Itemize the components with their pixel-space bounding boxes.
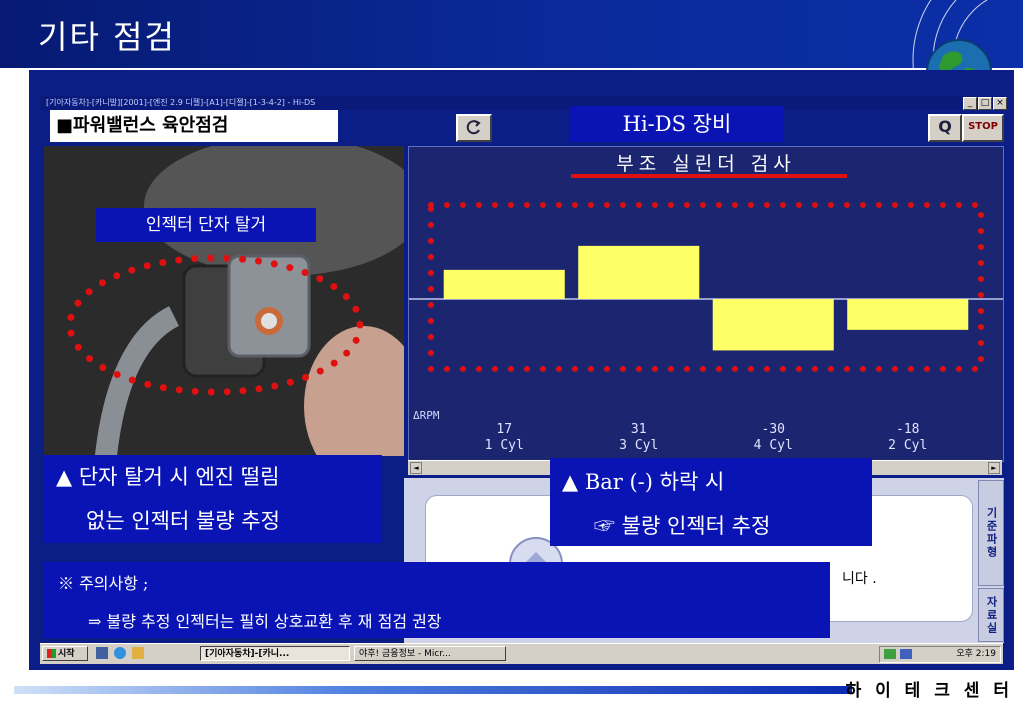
system-tray: 오후 2:19 — [879, 646, 1001, 663]
photo-caption: 인젝터 단자 탈거 — [96, 208, 316, 242]
refresh-button[interactable] — [456, 114, 492, 142]
browser-icon[interactable] — [114, 647, 126, 659]
category-label: 4 Cyl — [754, 438, 793, 453]
desktop-icon[interactable] — [96, 647, 108, 659]
device-tag: Hi-DS 장비 — [570, 106, 784, 142]
window-titlebar: [기아자동차]-[카니발][2001]-[엔진 2.9 디젤]-[A1]-[디젤… — [40, 96, 1003, 110]
left-callout-line1: ▲ 단자 탈거 시 엔진 떨림 — [56, 465, 280, 489]
outlook-icon[interactable] — [132, 647, 144, 659]
close-button[interactable]: × — [993, 97, 1007, 110]
bar-1-cyl — [443, 269, 565, 299]
footer-gradient-bar — [14, 686, 852, 694]
tray-icons — [884, 649, 924, 659]
caution-note: ※ 주의사항 ; ⇒ 불량 추정 인젝터는 필히 상호교환 후 재 점검 권장 — [44, 562, 830, 638]
right-callout-line2: ☞ 불량 인젝터 추정 — [594, 514, 771, 538]
data-label: 17 — [496, 422, 512, 437]
left-callout: ▲ 단자 탈거 시 엔진 떨림 없는 인젝터 불량 추정 — [44, 455, 382, 543]
category-label: 2 Cyl — [888, 438, 927, 453]
engine-photo: 인젝터 단자 탈거 — [44, 146, 404, 456]
quicklaunch-icons — [96, 647, 144, 659]
clock: 오후 2:19 — [956, 649, 996, 659]
bar-chart: ΔRPM 171 Cyl 313 Cyl -304 Cyl -182 Cyl — [409, 202, 1003, 453]
category-label: 3 Cyl — [619, 438, 658, 453]
bar-3-cyl — [578, 245, 700, 299]
data-label: -18 — [896, 422, 919, 437]
connector-highlight-ellipse — [66, 254, 364, 396]
bar-2-cyl — [847, 299, 969, 330]
taskbar-item-hids[interactable]: [기아자동차]-[카니... — [200, 646, 350, 661]
tab-resources[interactable]: 자료실 — [978, 588, 1004, 642]
q-button[interactable]: Q — [928, 114, 962, 142]
y-axis-label: ΔRPM — [413, 409, 440, 422]
taskbar-item-browser[interactable]: 야후! 금융정보 - Micr... — [354, 646, 506, 661]
refresh-icon — [466, 120, 481, 135]
bar-4-cyl — [712, 299, 834, 351]
section-tag: ■파워밸런스 육안점검 — [50, 110, 338, 142]
tab-reference-waveform[interactable]: 기준파형 — [978, 480, 1004, 586]
chart-panel: 부조 실린더 검사 ΔRPM 17 1 Cyl 31 3 Cyl -30 4 Cyl -18 2… — [408, 146, 1004, 462]
window-controls: _ □ × — [963, 97, 1007, 110]
minimize-button[interactable]: _ — [963, 97, 977, 110]
caution-note-line2: ⇒ 불량 추정 인젝터는 필히 상호교환 후 재 점검 권장 — [88, 612, 442, 631]
scroll-right-arrow[interactable]: ► — [988, 462, 1000, 474]
right-callout-line1: ▲ Bar (-) 하락 시 — [562, 470, 725, 494]
caution-note-line1: ※ 주의사항 ; — [58, 574, 149, 593]
data-label: 31 — [631, 422, 647, 437]
right-callout: ▲ Bar (-) 하락 시 ☞ 불량 인젝터 추정 — [550, 458, 872, 546]
maximize-button[interactable]: □ — [978, 97, 992, 110]
slide-title: 기타 점검 — [38, 18, 176, 56]
scroll-left-arrow[interactable]: ◄ — [410, 462, 422, 474]
left-callout-line2: 없는 인젝터 불량 추정 — [86, 509, 280, 533]
start-label: 시작 — [58, 649, 75, 659]
stop-button[interactable]: STOP — [962, 114, 1004, 142]
info-partial-text: 니다 . — [842, 571, 877, 587]
data-label: -30 — [762, 422, 785, 437]
windows-taskbar: 시작 [기아자동차]-[카니... 야후! 금융정보 - Micr... 오후 … — [40, 643, 1003, 664]
footer-brand: 하 이 테 크 센 터 — [845, 681, 1013, 701]
start-button[interactable]: 시작 — [42, 646, 88, 661]
category-label: 1 Cyl — [485, 438, 524, 453]
windows-logo-icon — [47, 649, 56, 658]
